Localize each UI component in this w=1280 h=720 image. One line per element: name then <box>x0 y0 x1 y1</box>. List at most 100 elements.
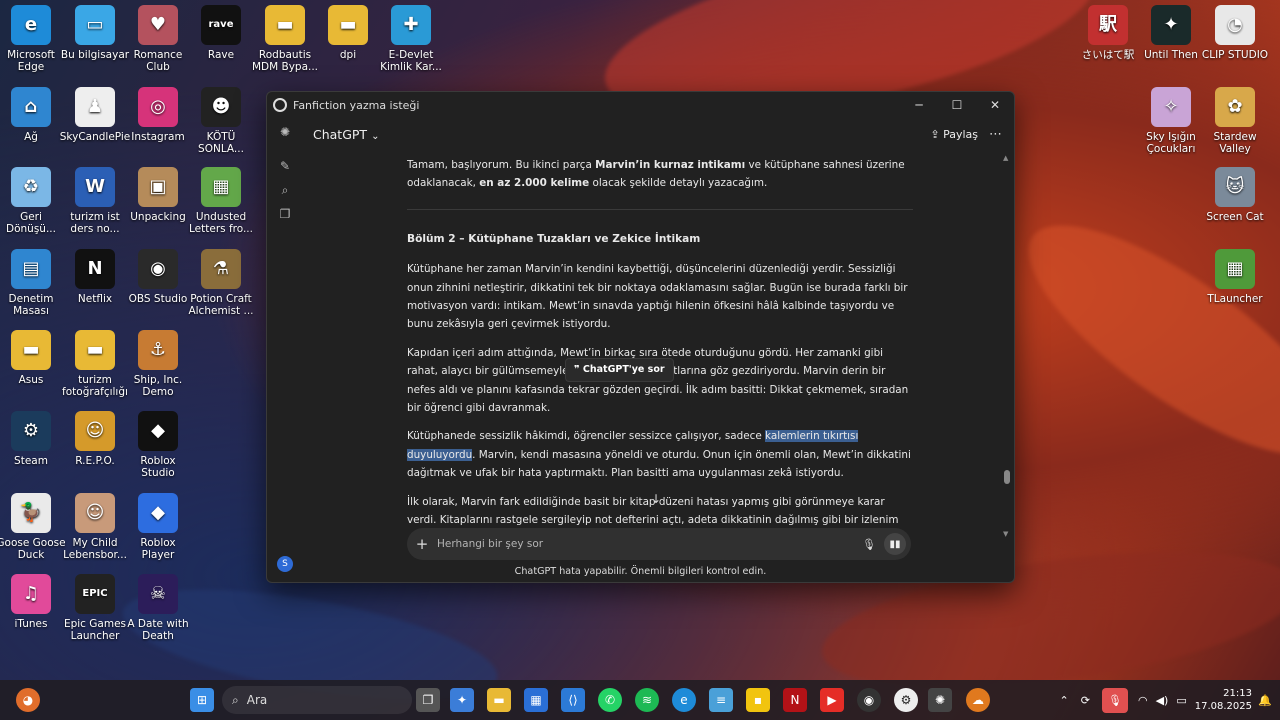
desktop-icon[interactable]: ♫ iTunes <box>0 574 66 654</box>
desktop-icon[interactable]: ◔ CLIP STUDIO <box>1200 5 1270 85</box>
desktop-icon[interactable]: ▭ Bu bilgisayar <box>60 5 130 85</box>
desktop-icon-label: Stardew Valley <box>1213 131 1257 155</box>
desktop-icon[interactable]: ⌂ Ağ <box>0 87 66 167</box>
desktop-icon[interactable]: e Microsoft Edge <box>0 5 66 85</box>
desktop-icon[interactable]: ✿ Stardew Valley <box>1200 87 1270 167</box>
voice-mode-icon[interactable]: ▮▮ <box>884 533 906 555</box>
ask-chatgpt-button[interactable]: ❞ ChatGPT'ye sor <box>565 358 674 383</box>
widgets-icon[interactable]: ◕ <box>16 688 40 712</box>
desktop-icon[interactable]: ♟ SkyCandlePie <box>60 87 130 167</box>
spotify-icon[interactable]: ≋ <box>635 688 659 712</box>
more-options-button[interactable]: ⋯ <box>989 127 1002 142</box>
sidebar: ✺ ✎ ⌕ ❐ S <box>267 118 303 582</box>
desktop-icon-label: Roblox Studio <box>140 455 176 479</box>
desktop-icon-label: Denetim Masası <box>8 293 54 317</box>
chevron-up-icon[interactable]: ⌃ <box>1060 694 1069 707</box>
desktop-icon-label: turizm fotoğrafçılığı <box>62 374 128 398</box>
scrollbar-thumb[interactable] <box>1004 470 1010 484</box>
sync-icon[interactable]: ⟳ <box>1081 694 1090 707</box>
cloud-icon[interactable]: ☁ <box>966 688 990 712</box>
desktop-icon[interactable]: 駅さいはて駅 <box>1073 5 1143 85</box>
app-icon: N <box>75 249 115 289</box>
whatsapp-icon[interactable]: ✆ <box>598 688 622 712</box>
desktop-icon-label: R.E.P.O. <box>75 455 115 467</box>
model-label: ChatGPT <box>313 126 368 142</box>
obs-icon[interactable]: ◉ <box>857 688 881 712</box>
app-icon: ♟ <box>75 87 115 127</box>
youtube-icon[interactable]: ▶ <box>820 688 844 712</box>
desktop-icon[interactable]: ☺ R.E.P.O. <box>60 411 130 491</box>
edge-icon[interactable]: e <box>672 688 696 712</box>
microphone-active-icon[interactable]: 🎙 <box>1101 687 1128 713</box>
desktop-icon[interactable]: N Netflix <box>60 249 130 329</box>
steam-icon[interactable]: ⚙ <box>894 688 918 712</box>
file-explorer-icon[interactable]: ▬ <box>487 688 511 712</box>
library-icon[interactable]: ❐ <box>274 204 296 224</box>
desktop-icon-label: Until Then <box>1144 49 1198 61</box>
desktop-icon[interactable]: ⚓ Ship, Inc. Demo <box>123 330 193 410</box>
start-icon[interactable]: ⊞ <box>190 688 214 712</box>
search-icon[interactable]: ⌕ <box>274 180 296 200</box>
maximize-button[interactable]: ☐ <box>938 92 976 118</box>
notification-bell-icon[interactable]: 🔔 <box>1258 694 1272 707</box>
desktop-icon[interactable]: ◎ Instagram <box>123 87 193 167</box>
clock[interactable]: 21:13 17.08.2025 <box>1195 687 1252 713</box>
desktop-icon[interactable]: ▤ Denetim Masası <box>0 249 66 329</box>
volume-icon[interactable]: ◀) <box>1156 694 1169 707</box>
desktop-icon[interactable]: ♥ Romance Club <box>123 5 193 85</box>
desktop-icon[interactable]: ▦ TLauncher <box>1200 249 1270 329</box>
chat-message: Tamam, başlıyorum. Bu ikinci parça Marvi… <box>407 156 913 526</box>
scroll-down-icon[interactable]: ▼ <box>1003 530 1008 538</box>
desktop-icon[interactable]: 🐱 Screen Cat <box>1200 167 1270 247</box>
plus-icon[interactable]: + <box>407 535 437 553</box>
desktop-icon[interactable]: ✚ E-Devlet Kimlik Kar... <box>376 5 446 85</box>
netflix-icon[interactable]: N <box>783 688 807 712</box>
desktop-icon[interactable]: EPIC Epic Games Launcher <box>60 574 130 654</box>
desktop-icon[interactable]: ▦ Undusted Letters fro... <box>186 167 256 247</box>
wifi-icon[interactable]: ◠ <box>1138 694 1148 707</box>
desktop-icon[interactable]: ☻ KÖTÜ SONLA... <box>186 87 256 167</box>
desktop-icon[interactable]: ▬ Asus <box>0 330 66 410</box>
desktop-icon[interactable]: ◆ Roblox Studio <box>123 411 193 491</box>
desktop-icon[interactable]: ⚗ Potion Craft Alchemist ... <box>186 249 256 329</box>
desktop-icon[interactable]: Wturizm ist ders no... <box>60 167 130 247</box>
visual-studio-icon[interactable]: ⟨⟩ <box>561 688 585 712</box>
openai-logo-icon[interactable]: ✺ <box>274 122 296 142</box>
desktop-icon[interactable]: ▣ Unpacking <box>123 167 193 247</box>
desktop-icon[interactable]: ◆ Roblox Player <box>123 493 193 573</box>
desktop-icon[interactable]: ✦ Until Then <box>1136 5 1206 85</box>
prompt-input[interactable] <box>437 538 858 550</box>
desktop-icon[interactable]: ♻ Geri Dönüşü... <box>0 167 66 247</box>
battery-icon[interactable]: ▭ <box>1176 694 1186 707</box>
desktop-icon[interactable]: rave Rave <box>186 5 256 85</box>
search-box[interactable]: ⌕ Ara <box>222 686 412 714</box>
scroll-up-icon[interactable]: ▲ <box>1003 154 1008 162</box>
task-view-icon[interactable]: ❐ <box>416 688 440 712</box>
copilot-icon[interactable]: ✦ <box>450 688 474 712</box>
model-selector[interactable]: ChatGPT ⌄ <box>313 127 379 142</box>
desktop-icon-label: dpi <box>339 49 357 61</box>
chatgpt-window: Fanfiction yazma isteği ─ ☐ ✕ ✺ ✎ ⌕ ❐ S … <box>266 91 1015 583</box>
notepad-icon[interactable]: ≡ <box>709 688 733 712</box>
share-button[interactable]: ⇪ Paylaş <box>930 128 978 141</box>
app-icon: ⚗ <box>201 249 241 289</box>
microphone-icon[interactable]: 🎙 <box>858 538 880 551</box>
desktop-icon[interactable]: 🦆 Goose Goose Duck <box>0 493 66 573</box>
desktop-icon[interactable]: ⚙ Steam <box>0 411 66 491</box>
desktop-icon[interactable]: ☺ My Child Lebensbor... <box>60 493 130 573</box>
scroll-to-bottom-icon[interactable]: ↓ <box>651 492 661 506</box>
minimize-button[interactable]: ─ <box>900 92 938 118</box>
desktop-icon[interactable]: ▬ dpi <box>313 5 383 85</box>
paragraph-3-text-a: Kütüphanede sessizlik hâkimdi, öğrencile… <box>407 430 766 443</box>
scrollbar[interactable]: ▲ ▼ <box>1003 154 1010 538</box>
desktop-icon[interactable]: ▬ turizm fotoğrafçılığı <box>60 330 130 410</box>
desktop-icon[interactable]: ◉ OBS Studio <box>123 249 193 329</box>
sticky-notes-icon[interactable]: ▪ <box>746 688 770 712</box>
new-chat-icon[interactable]: ✎ <box>274 156 296 176</box>
desktop-icon[interactable]: ☠ A Date with Death <box>123 574 193 654</box>
close-button[interactable]: ✕ <box>976 92 1014 118</box>
chatgpt-taskbar-icon[interactable]: ✺ <box>928 688 952 712</box>
store-icon[interactable]: ▦ <box>524 688 548 712</box>
desktop-icon[interactable]: ▬ Rodbautis MDM Bypa... <box>250 5 320 85</box>
desktop-icon[interactable]: ✧ Sky Işığın Çocukları <box>1136 87 1206 167</box>
